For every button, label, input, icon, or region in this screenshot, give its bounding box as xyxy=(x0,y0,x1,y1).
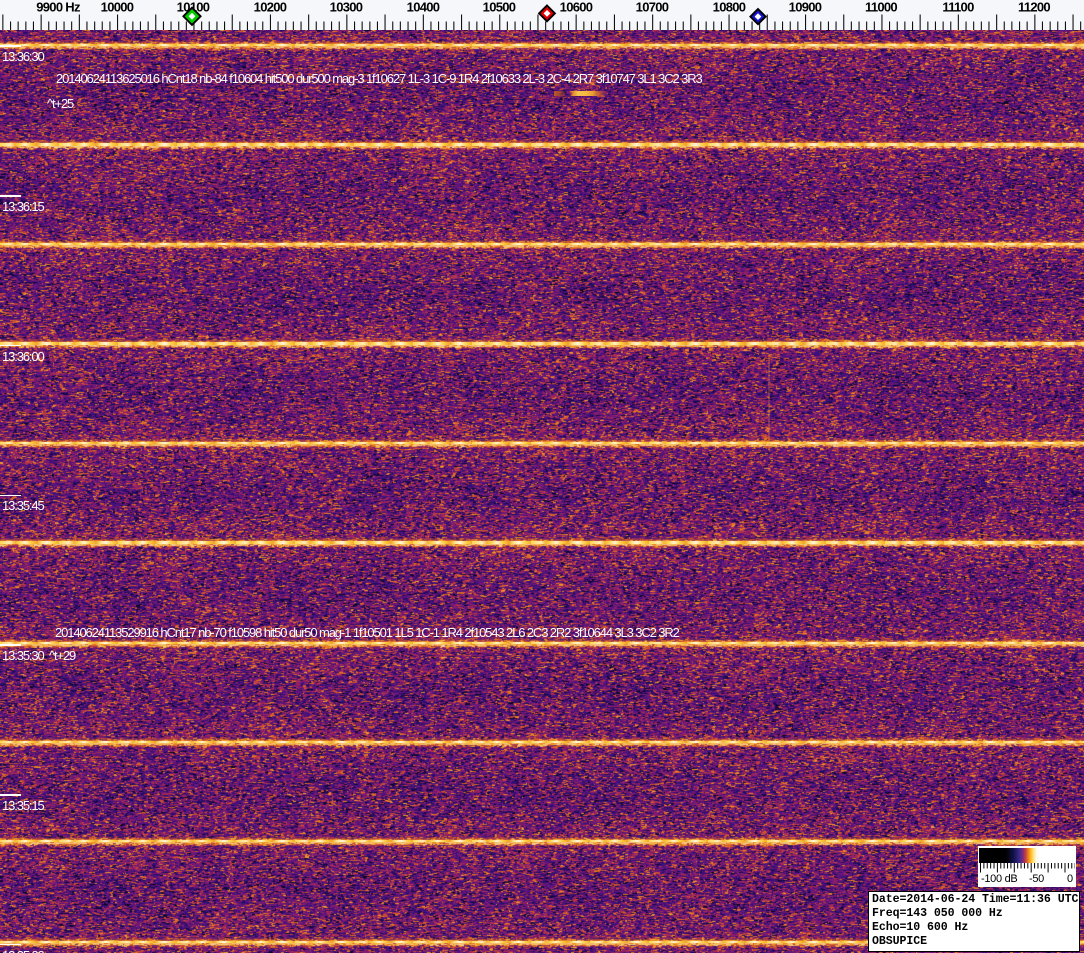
svg-text:10200: 10200 xyxy=(254,0,287,15)
svg-text:11000: 11000 xyxy=(865,0,897,15)
svg-text:10000: 10000 xyxy=(101,0,134,15)
svg-text:10800: 10800 xyxy=(713,0,746,15)
svg-text:11100: 11100 xyxy=(942,0,974,15)
svg-text:10900: 10900 xyxy=(789,0,822,15)
svg-text:11200: 11200 xyxy=(1018,0,1050,15)
svg-text:10500: 10500 xyxy=(483,0,516,15)
svg-text:10700: 10700 xyxy=(636,0,669,15)
svg-text:10400: 10400 xyxy=(407,0,440,15)
svg-text:10600: 10600 xyxy=(560,0,593,15)
svg-text:10300: 10300 xyxy=(330,0,363,15)
svg-text:9900 Hz: 9900 Hz xyxy=(36,0,81,15)
